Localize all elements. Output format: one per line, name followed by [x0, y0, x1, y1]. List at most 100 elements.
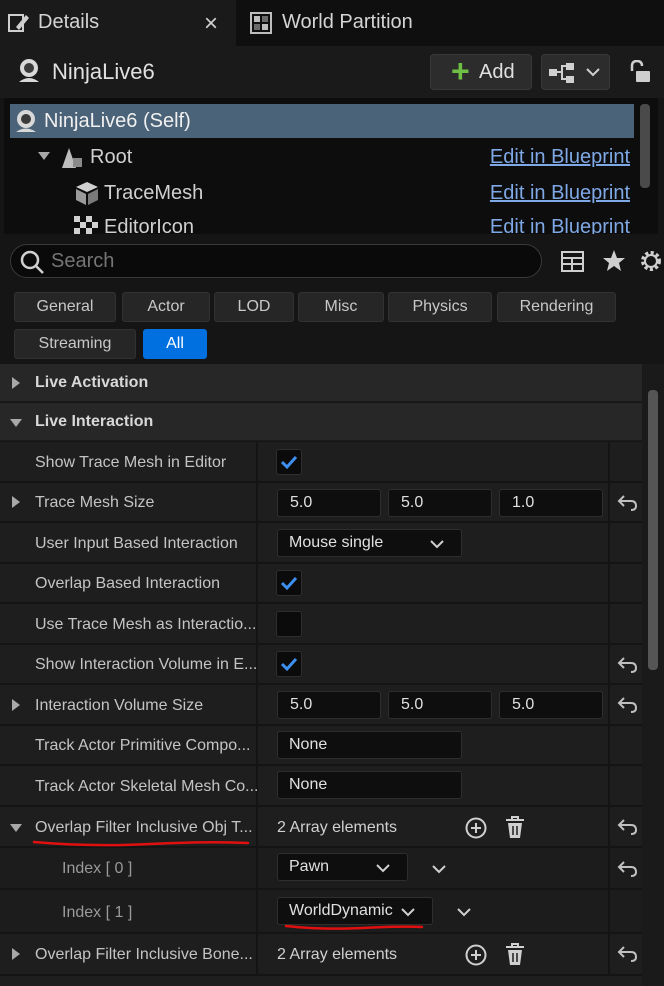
edit-in-blueprint-link[interactable]: Edit in Blueprint: [490, 216, 630, 234]
interaction-volume-x-field[interactable]: 5.0: [277, 691, 381, 719]
prop-label: Use Trace Mesh as Interactio...: [35, 616, 257, 633]
prop-show-trace-mesh: Show Trace Mesh in Editor: [0, 442, 642, 483]
tree-item-self[interactable]: NinjaLive6 (Self): [10, 104, 634, 138]
prop-label: Track Actor Primitive Compo...: [35, 737, 251, 754]
show-trace-mesh-checkbox[interactable]: [276, 449, 302, 475]
prop-use-trace-mesh: Use Trace Mesh as Interactio...: [0, 604, 642, 645]
add-element-icon[interactable]: [464, 816, 488, 840]
search-box[interactable]: [10, 244, 542, 278]
prop-label: Track Actor Skeletal Mesh Co...: [35, 778, 259, 795]
category-general[interactable]: General: [14, 292, 116, 322]
edit-in-blueprint-link[interactable]: Edit in Blueprint: [490, 146, 630, 169]
expand-arrow-icon[interactable]: [12, 496, 20, 508]
interaction-volume-y-field[interactable]: 5.0: [388, 691, 492, 719]
interaction-volume-z-field[interactable]: 5.0: [499, 691, 603, 719]
dropdown-value: Mouse single: [289, 534, 384, 551]
pencil-icon: [8, 14, 29, 32]
index-label: Index [ 0 ]: [62, 860, 133, 877]
prop-interaction-volume-size: Interaction Volume Size 5.0 5.0 5.0: [0, 685, 642, 726]
category-rendering[interactable]: Rendering: [497, 292, 616, 322]
tree-item-editoricon[interactable]: EditorIcon Edit in Blueprint: [10, 210, 634, 234]
add-label: Add: [479, 61, 515, 83]
trash-icon[interactable]: [503, 815, 527, 841]
expand-arrow-icon[interactable]: [12, 699, 20, 711]
blueprint-options-button[interactable]: [541, 54, 610, 90]
tree-item-label: Root: [90, 146, 133, 168]
trace-mesh-size-z-field[interactable]: 1.0: [499, 489, 603, 517]
category-all[interactable]: All: [143, 329, 207, 359]
component-tree: NinjaLive6 (Self) Root Edit in Blueprint…: [4, 98, 658, 234]
close-icon[interactable]: ×: [204, 10, 218, 38]
reset-arrow-icon[interactable]: [616, 944, 638, 964]
tree-scrollbar[interactable]: [640, 104, 650, 188]
checkmark-icon: [280, 455, 298, 470]
trace-mesh-size-y-field[interactable]: 5.0: [388, 489, 492, 517]
search-input[interactable]: [51, 248, 531, 274]
index-0-dropdown[interactable]: Pawn: [277, 853, 408, 881]
category-streaming[interactable]: Streaming: [14, 329, 136, 359]
array-count: 2 Array elements: [277, 819, 398, 836]
webcam-icon: [16, 110, 36, 132]
tree-item-label: NinjaLive6 (Self): [44, 110, 191, 132]
element-options-chevron-icon[interactable]: [432, 864, 446, 874]
expand-arrow-icon[interactable]: [12, 377, 20, 389]
prop-overlap-based: Overlap Based Interaction: [0, 564, 642, 604]
grid-scrollbar-thumb[interactable]: [648, 390, 658, 670]
dropdown-value: WorldDynamic: [289, 902, 393, 919]
add-element-icon[interactable]: [464, 943, 488, 967]
edit-in-blueprint-link[interactable]: Edit in Blueprint: [490, 182, 630, 205]
overlap-based-checkbox[interactable]: [276, 570, 302, 596]
prop-label: Show Interaction Volume in E...: [35, 656, 258, 673]
search-icon: [20, 250, 44, 274]
track-skeletal-field[interactable]: None: [277, 771, 462, 799]
prop-user-input: User Input Based Interaction Mouse singl…: [0, 523, 642, 564]
expand-arrow-icon[interactable]: [12, 948, 20, 960]
reset-arrow-icon[interactable]: [616, 493, 638, 513]
show-interaction-volume-checkbox[interactable]: [276, 651, 302, 677]
index-label: Index [ 1 ]: [62, 904, 133, 921]
section-live-activation[interactable]: Live Activation: [0, 364, 642, 402]
collapse-arrow-icon[interactable]: [10, 419, 22, 427]
next-row-partial: [0, 976, 642, 986]
tree-item-root[interactable]: Root Edit in Blueprint: [10, 140, 634, 174]
index-1-dropdown[interactable]: WorldDynamic: [277, 897, 433, 925]
checkmark-icon: [280, 657, 298, 672]
category-lod[interactable]: LOD: [214, 292, 294, 322]
dropdown-value: Pawn: [289, 858, 330, 875]
table-view-icon[interactable]: [560, 249, 586, 275]
star-icon[interactable]: [602, 249, 626, 273]
prop-label: Show Trace Mesh in Editor: [35, 454, 227, 471]
reset-arrow-icon[interactable]: [616, 655, 638, 675]
category-misc[interactable]: Misc: [298, 292, 384, 322]
tab-details[interactable]: Details ×: [0, 0, 236, 46]
category-physics[interactable]: Physics: [388, 292, 492, 322]
use-trace-mesh-checkbox[interactable]: [276, 611, 302, 637]
prop-label: Interaction Volume Size: [35, 697, 204, 714]
category-actor[interactable]: Actor: [122, 292, 210, 322]
checkmark-icon: [280, 576, 298, 591]
prop-label: Trace Mesh Size: [35, 494, 155, 511]
section-label: Live Activation: [35, 374, 149, 391]
track-primitive-field[interactable]: None: [277, 731, 462, 759]
prop-trace-mesh-size: Trace Mesh Size 5.0 5.0 1.0: [0, 483, 642, 523]
collapse-arrow-icon[interactable]: [10, 824, 22, 832]
cube-icon: [76, 182, 98, 205]
reset-arrow-icon[interactable]: [616, 695, 638, 715]
element-options-chevron-icon[interactable]: [457, 907, 471, 917]
reset-arrow-icon[interactable]: [616, 817, 638, 837]
lock-icon[interactable]: [628, 60, 652, 84]
expand-arrow-icon[interactable]: [38, 152, 50, 160]
trash-icon[interactable]: [503, 942, 527, 968]
gear-icon[interactable]: [638, 248, 664, 274]
tree-item-tracemesh[interactable]: TraceMesh Edit in Blueprint: [10, 176, 634, 210]
section-live-interaction[interactable]: Live Interaction: [0, 403, 642, 441]
chevron-down-icon: [430, 540, 444, 549]
scene-root-icon: [62, 148, 82, 168]
annotation-underline-2: [284, 924, 424, 930]
add-component-button[interactable]: + Add: [430, 53, 532, 90]
prop-label: Overlap Filter Inclusive Obj T...: [35, 819, 253, 836]
tab-world-partition[interactable]: World Partition: [248, 0, 478, 46]
trace-mesh-size-x-field[interactable]: 5.0: [277, 489, 381, 517]
user-input-dropdown[interactable]: Mouse single: [277, 529, 462, 557]
reset-arrow-icon[interactable]: [616, 859, 638, 879]
